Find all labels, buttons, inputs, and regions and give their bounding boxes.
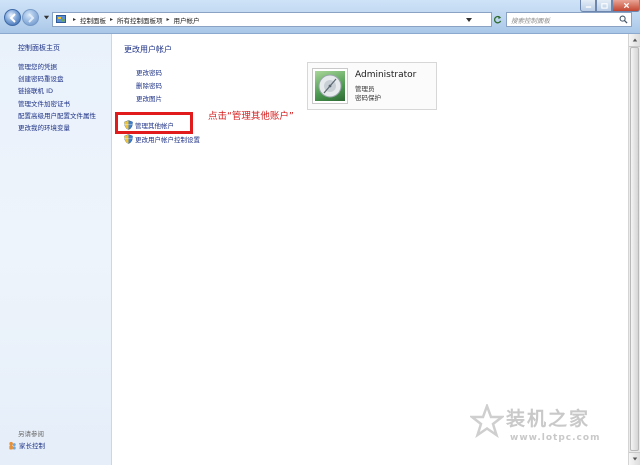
account-task-list: 更改密码 删除密码 更改图片 [136,67,162,106]
breadcrumb-sep-icon[interactable]: ▸ [167,16,170,23]
sidebar-item-manage-credentials[interactable]: 管理您的凭据 [18,61,96,73]
family-safety-label: 家长控制 [19,442,45,450]
family-safety-link[interactable]: 家长控制 [8,440,45,450]
task-pane: 控制面板主页 管理您的凭据 创建密码重设盘 链接联机 ID 管理文件加密证书 配… [0,34,112,465]
annotation-text: 点击“管理其他账户” [208,111,294,122]
breadcrumb-all-items[interactable]: 所有控制面板项 [117,15,163,25]
close-icon [623,2,629,9]
scroll-thumb[interactable] [630,47,639,451]
scroll-up-button[interactable] [629,34,640,47]
watermark-text: 装机之家 [506,408,591,430]
breadcrumb-control-panel[interactable]: 控制面板 [80,15,106,25]
remove-password-link[interactable]: 删除密码 [136,80,162,93]
account-card: Administrator 管理员 密码保护 [307,62,437,110]
search-input[interactable]: 搜索控制面板 [506,12,632,27]
sidebar-item-advanced-profile[interactable]: 配置高级用户配置文件属性 [18,110,96,122]
forward-button[interactable] [22,9,39,26]
highlight-box [115,112,193,134]
avatar[interactable] [312,68,348,104]
minimize-icon [585,6,591,8]
sidebar-item-link-online-id[interactable]: 链接联机 ID [18,85,96,97]
restore-icon [600,3,608,9]
watermark: 装机之家 www.lotpc.com [470,398,628,460]
chevron-up-icon [632,38,637,42]
control-panel-home-link[interactable]: 控制面板主页 [18,43,60,53]
parental-controls-icon [9,441,16,450]
account-name: Administrator [355,70,417,80]
address-bar[interactable]: ▸ 控制面板 ▸ 所有控制面板项 ▸ 用户帐户 [52,12,492,27]
search-icon[interactable] [619,15,628,24]
sidebar-item-password-reset-disk[interactable]: 创建密码重设盘 [18,73,96,85]
breadcrumb-user-accounts[interactable]: 用户帐户 [174,15,200,25]
refresh-icon [493,15,501,24]
back-arrow-icon [9,12,16,23]
control-panel-icon [56,15,66,23]
account-password-status: 密码保护 [355,94,381,102]
search-placeholder: 搜索控制面板 [511,16,550,25]
star-logo-icon [470,404,504,438]
user-picture-icon [318,74,342,98]
forward-arrow-icon [27,12,34,23]
minimize-button[interactable] [580,0,596,12]
sidebar-item-file-encryption-certs[interactable]: 管理文件加密证书 [18,98,96,110]
refresh-button[interactable] [490,12,504,27]
close-button[interactable] [612,0,640,12]
see-also-heading: 另请参阅 [18,430,44,438]
vertical-scrollbar[interactable] [628,34,640,465]
scroll-down-button[interactable] [629,452,640,465]
page-title: 更改用户帐户 [124,45,172,54]
sidebar-item-environment-variables[interactable]: 更改我的环境变量 [18,122,96,134]
breadcrumb-sep-icon: ▸ [73,16,77,23]
change-picture-link[interactable]: 更改图片 [136,93,162,106]
uac-shield-icon [124,134,133,144]
back-button[interactable] [4,9,21,26]
address-toolbar: ▸ 控制面板 ▸ 所有控制面板项 ▸ 用户帐户 搜索控制面板 [0,0,640,34]
sidebar-links: 管理您的凭据 创建密码重设盘 链接联机 ID 管理文件加密证书 配置高级用户配置… [18,61,96,134]
window-controls [580,0,640,12]
recent-pages-dropdown-icon[interactable] [43,14,50,21]
breadcrumb-sep-icon[interactable]: ▸ [110,16,113,23]
watermark-url: www.lotpc.com [510,433,601,443]
maximize-button[interactable] [596,0,612,12]
chevron-down-icon [632,457,637,461]
uac-settings-link[interactable]: 更改用户帐户控制设置 [124,134,200,144]
uac-settings-label: 更改用户帐户控制设置 [135,136,200,144]
change-password-link[interactable]: 更改密码 [136,67,162,80]
address-dropdown-icon[interactable] [465,16,473,24]
